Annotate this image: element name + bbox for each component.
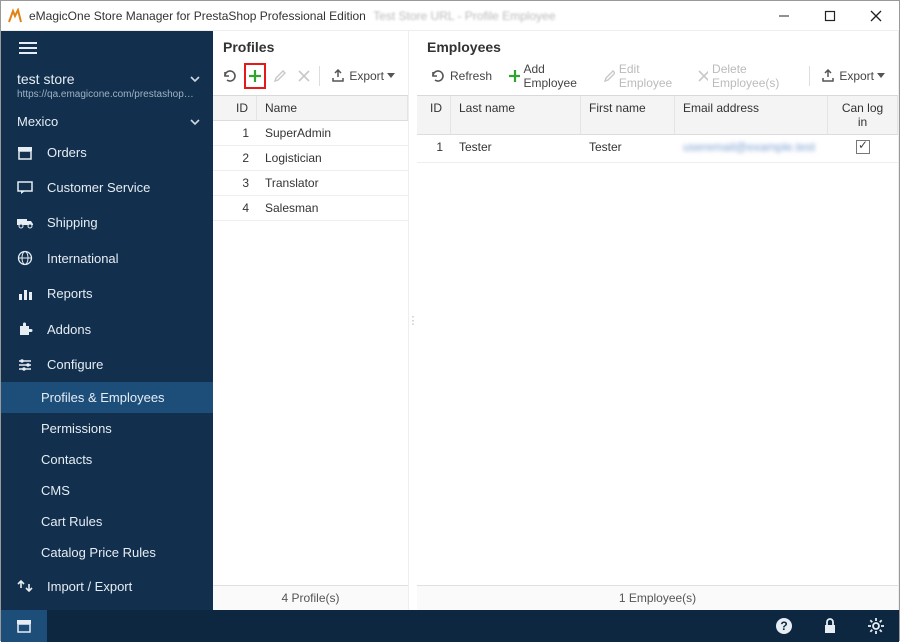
sliders-icon <box>17 358 35 372</box>
store-name: test store <box>17 71 197 87</box>
archive-icon <box>17 146 35 160</box>
main-content: Profiles Export <box>213 31 899 610</box>
app-icon <box>7 8 23 24</box>
profile-row[interactable]: 3Translator <box>213 171 408 196</box>
country-label: Mexico <box>17 114 58 129</box>
bottom-lock-button[interactable] <box>807 610 853 642</box>
nav-configure[interactable]: Configure <box>1 347 213 382</box>
nav-label: International <box>47 251 119 266</box>
nav-addons[interactable]: Addons <box>1 311 213 347</box>
can-login-checkbox[interactable] <box>856 140 870 154</box>
subnav-catalog-price-rules[interactable]: Catalog Price Rules <box>1 537 213 568</box>
employees-add-button[interactable]: Add Employee <box>501 63 594 89</box>
bottom-bar: ? <box>1 610 899 642</box>
hamburger-button[interactable] <box>1 31 213 65</box>
window-minimize-button[interactable] <box>761 1 807 31</box>
subnav-cms[interactable]: CMS <box>1 475 213 506</box>
employees-export-button[interactable]: Export <box>814 63 892 89</box>
profile-row[interactable]: 1SuperAdmin <box>213 121 408 146</box>
col-id[interactable]: ID <box>417 96 451 134</box>
employee-email-hidden: useremail@example.test <box>683 140 815 154</box>
nav-label: Import / Export <box>47 579 132 594</box>
separator <box>319 66 320 86</box>
employees-edit-button[interactable]: Edit Employee <box>596 63 689 89</box>
col-id[interactable]: ID <box>213 96 257 120</box>
store-selector[interactable]: test store https://qa.emagicone.com/pres… <box>1 65 213 108</box>
window-close-button[interactable] <box>853 1 899 31</box>
profile-row[interactable]: 2Logistician <box>213 146 408 171</box>
col-firstname[interactable]: First name <box>581 96 675 134</box>
nav-label: Orders <box>47 145 87 160</box>
profiles-grid-body: 1SuperAdmin 2Logistician 3Translator 4Sa… <box>213 121 408 585</box>
panel-splitter[interactable]: ⋮ <box>409 31 417 610</box>
col-lastname[interactable]: Last name <box>451 96 581 134</box>
title-bar: eMagicOne Store Manager for PrestaShop P… <box>1 1 899 31</box>
subnav-contacts[interactable]: Contacts <box>1 444 213 475</box>
window-title: eMagicOne Store Manager for PrestaShop P… <box>29 9 761 23</box>
nav-label: Reports <box>47 286 93 301</box>
col-name[interactable]: Name <box>257 96 408 120</box>
subnav-profiles-employees[interactable]: Profiles & Employees <box>1 382 213 413</box>
bottom-help-button[interactable]: ? <box>761 610 807 642</box>
bottom-store-button[interactable] <box>1 610 47 642</box>
svg-text:?: ? <box>780 619 787 633</box>
nav-orders[interactable]: Orders <box>1 135 213 170</box>
chat-icon <box>17 181 35 195</box>
profiles-add-button[interactable] <box>244 63 267 89</box>
employees-status: 1 Employee(s) <box>417 585 898 610</box>
nav-label: Customer Service <box>47 180 150 195</box>
profiles-export-button[interactable]: Export <box>324 63 402 89</box>
separator <box>809 66 810 86</box>
nav-label: Configure <box>47 357 103 372</box>
subnav-permissions[interactable]: Permissions <box>1 413 213 444</box>
nav-label: Shipping <box>47 215 98 230</box>
nav-label: Addons <box>47 322 91 337</box>
col-canlogin[interactable]: Can log in <box>828 96 898 134</box>
country-selector[interactable]: Mexico <box>1 108 213 135</box>
profiles-edit-button[interactable] <box>268 63 291 89</box>
nav-customer-service[interactable]: Customer Service <box>1 170 213 205</box>
profiles-refresh-button[interactable] <box>219 63 242 89</box>
employees-delete-button[interactable]: Delete Employee(s) <box>691 63 805 89</box>
sidebar: test store https://qa.emagicone.com/pres… <box>1 31 213 610</box>
chevron-down-icon <box>189 73 201 85</box>
profile-row[interactable]: 4Salesman <box>213 196 408 221</box>
employees-grid-body: 1 Tester Tester useremail@example.test <box>417 135 898 585</box>
chevron-down-icon <box>189 116 201 128</box>
employees-toolbar: Refresh Add Employee Edit Employee Delet… <box>417 61 898 96</box>
profiles-toolbar: Export <box>213 61 408 96</box>
subnav-cart-rules[interactable]: Cart Rules <box>1 506 213 537</box>
puzzle-icon <box>17 321 35 337</box>
chart-icon <box>17 287 35 301</box>
nav: Orders Customer Service Shipping Interna… <box>1 135 213 610</box>
nav-import-export[interactable]: Import / Export <box>1 568 213 604</box>
employees-grid-header: ID Last name First name Email address Ca… <box>417 96 898 135</box>
employees-refresh-button[interactable]: Refresh <box>423 63 499 89</box>
nav-shipping[interactable]: Shipping <box>1 205 213 240</box>
nav-international[interactable]: International <box>1 240 213 276</box>
truck-icon <box>17 216 35 230</box>
globe-icon <box>17 250 35 266</box>
profiles-grid-header: ID Name <box>213 96 408 121</box>
employees-title: Employees <box>417 31 898 61</box>
swap-icon <box>17 578 35 594</box>
bottom-settings-button[interactable] <box>853 610 899 642</box>
window-maximize-button[interactable] <box>807 1 853 31</box>
nav-reports[interactable]: Reports <box>1 276 213 311</box>
profiles-title: Profiles <box>213 31 408 61</box>
col-email[interactable]: Email address <box>675 96 828 134</box>
profiles-delete-button[interactable] <box>293 63 316 89</box>
employee-row[interactable]: 1 Tester Tester useremail@example.test <box>417 135 898 163</box>
profiles-status: 4 Profile(s) <box>213 585 408 610</box>
profiles-panel: Profiles Export <box>213 31 409 610</box>
employees-panel: Employees Refresh Add Employee Edit Empl… <box>417 31 899 610</box>
store-url: https://qa.emagicone.com/prestashop_1764… <box>17 89 197 100</box>
